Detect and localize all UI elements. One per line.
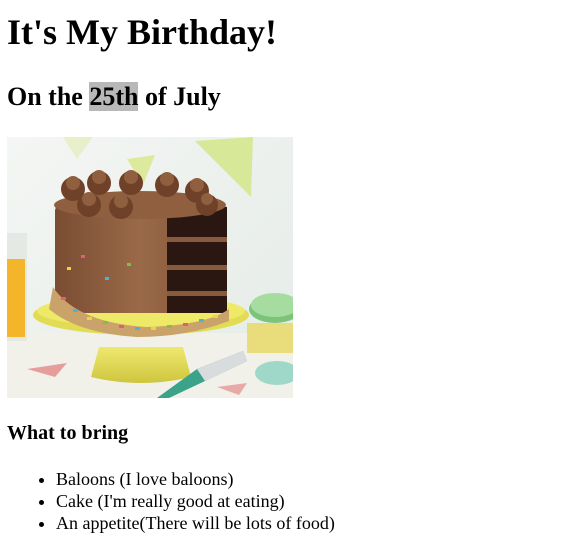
bring-list: Baloons (I love baloons) Cake (I'm reall… (0, 468, 335, 534)
what-to-bring-heading: What to bring (7, 422, 129, 444)
list-item: Cake (I'm really good at eating) (56, 490, 335, 512)
date-prefix: On the (7, 82, 90, 111)
date-highlight: 25th (89, 82, 139, 111)
list-item: An appetite(There will be lots of food) (56, 512, 335, 534)
birthday-date-heading: On the 25th of July (7, 80, 221, 114)
page-title: It's My Birthday! (7, 12, 277, 52)
list-item: Baloons (I love baloons) (56, 468, 335, 490)
date-suffix: of July (138, 82, 221, 111)
birthday-cake-image (7, 137, 293, 398)
